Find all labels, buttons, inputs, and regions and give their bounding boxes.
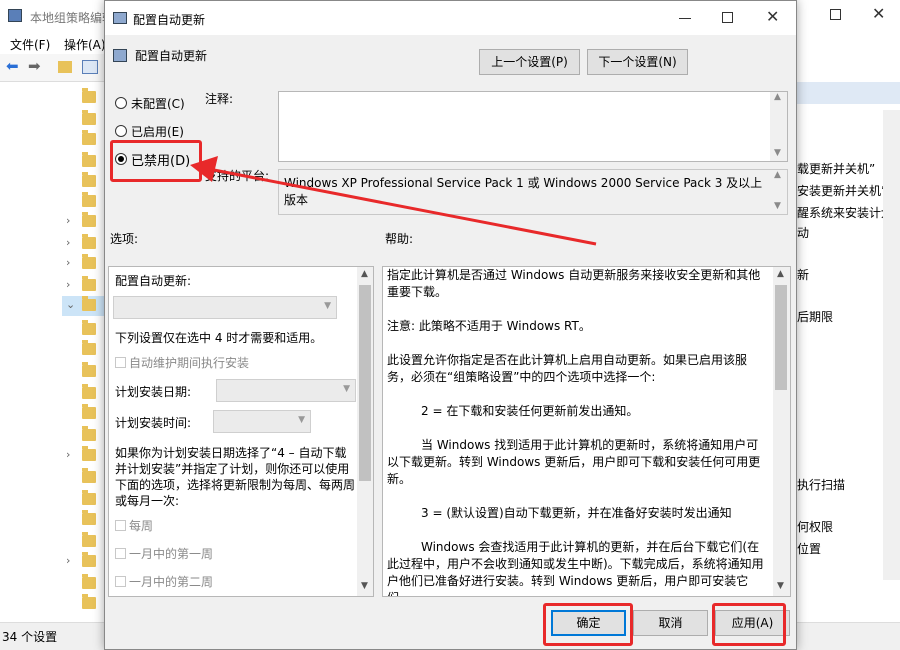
annotation-arrow: [190, 156, 597, 246]
